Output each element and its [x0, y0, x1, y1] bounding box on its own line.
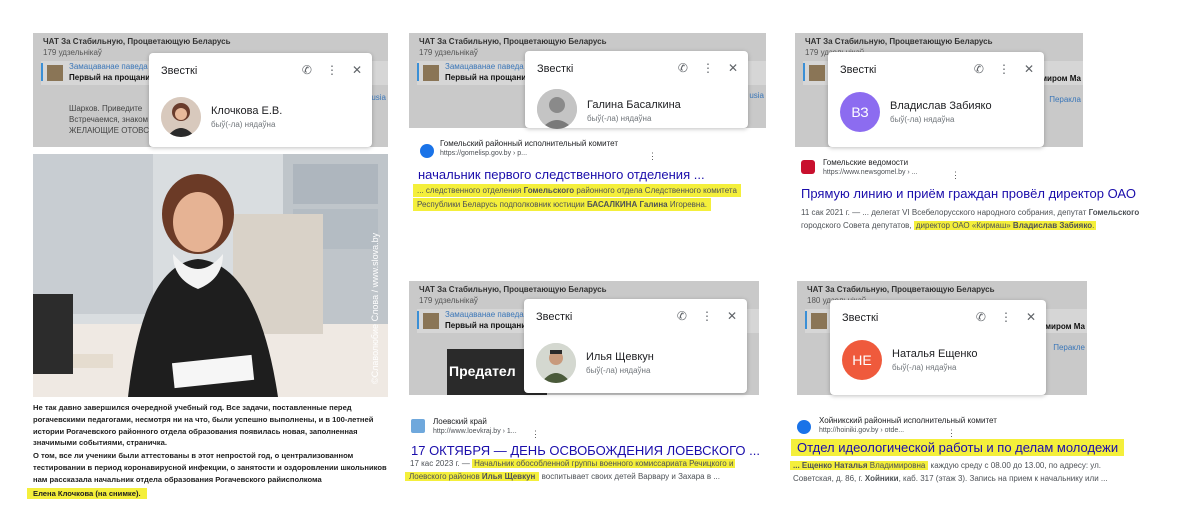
article-photo: ©Славолюбие Слова / www.slova.by: [33, 154, 388, 397]
close-icon[interactable]: ✕: [1026, 310, 1036, 324]
phone-icon[interactable]: ✆: [302, 63, 312, 77]
chat-fragment: Перакле: [1053, 343, 1085, 352]
more-icon[interactable]: ⋮: [998, 62, 1010, 76]
globe-icon: [420, 144, 434, 158]
avatar: [537, 89, 577, 129]
chat-image-caption: Предател: [449, 363, 516, 379]
contact-name: Галина Басалкина: [587, 99, 681, 111]
contact-name: Наталья Ещенко: [892, 348, 978, 360]
result-site: Гомельский районный исполнительный комит…: [440, 139, 619, 148]
result-title[interactable]: Отдел идеологической работы и по делам м…: [791, 439, 1125, 456]
avatar-initials: ВЗ: [851, 104, 869, 120]
search-result-eshchenko: Хойникский районный исполнительный комит…: [791, 416, 1187, 464]
result-snippet: ... Ещенко Наталья Владимировна каждую с…: [790, 459, 1108, 485]
more-icon[interactable]: ⋮: [531, 429, 540, 440]
pinned-thumbnail: [47, 65, 63, 81]
info-card-3: Звесткі ✆ ⋮ ✕ ВЗ Владислав Забияко быў(-…: [828, 52, 1044, 147]
pinned-text: Первый на прощани: [69, 73, 151, 82]
article-paragraph: Не так давно завершился очередной учебны…: [33, 403, 374, 448]
pinned-text: Первый на прощани: [445, 321, 527, 330]
chat-line: Шарков. Приведите: [69, 104, 143, 113]
search-result-zabiyako: Гомельские ведомости https://www.newsgom…: [801, 158, 1181, 206]
info-card-5: Звесткі ✆ ⋮ ✕ НЕ Наталья Ещенко быў(-ла)…: [830, 300, 1046, 395]
phone-icon[interactable]: ✆: [976, 310, 986, 324]
group-name: ЧАТ За Стабильную, Процветающую Беларусь: [807, 285, 995, 294]
pinned-title: Замацаванае паведа: [69, 62, 148, 71]
phone-icon[interactable]: ✆: [974, 62, 984, 76]
result-title[interactable]: 17 ОКТЯБРЯ — ДЕНЬ ОСВОБОЖДЕНИЯ ЛОЕВСКОГО…: [411, 443, 760, 458]
contact-status: быў(-ла) нядаўна: [587, 114, 652, 123]
close-icon[interactable]: ✕: [727, 309, 737, 323]
chat-fragment: usia: [371, 93, 386, 102]
contact-status: быў(-ла) нядаўна: [211, 120, 276, 129]
result-site: Гомельские ведомости: [823, 158, 909, 167]
avatar: [536, 343, 576, 383]
avatar: [161, 97, 201, 137]
info-card-1: Звесткі ✆ ⋮ ✕ Клочкова Е.В. быў(-ла) няд…: [149, 53, 372, 147]
info-card-4: Звесткі ✆ ⋮ ✕ Илья Щевкун быў(-ла) нядаў…: [524, 299, 747, 393]
contact-status: быў(-ла) нядаўна: [586, 366, 651, 375]
contact-name: Илья Щевкун: [586, 351, 654, 363]
group-name: ЧАТ За Стабильную, Процветающую Беларусь: [43, 37, 231, 46]
chat-line: Встречаемся, знаком: [69, 115, 149, 124]
info-card-2: Звесткі ✆ ⋮ ✕ Галина Басалкина быў(-ла) …: [525, 51, 748, 129]
card-actions: ✆ ⋮ ✕: [302, 63, 362, 77]
site-logo-icon: [411, 419, 425, 433]
card-title: Звесткі: [536, 311, 573, 323]
phone-icon[interactable]: ✆: [677, 309, 687, 323]
result-snippet: ... следственного отделения Гомельского …: [413, 184, 741, 211]
contact-status: быў(-ла) нядаўна: [892, 363, 957, 372]
more-icon[interactable]: ⋮: [701, 309, 713, 323]
article-highlight: Елена Клочкова (на снимке).: [27, 487, 388, 500]
contact-name: Владислав Забияко: [890, 100, 992, 112]
article-paragraph: О том, все ли ученики были аттестованы в…: [33, 451, 387, 484]
result-url: https://www.newsgomel.by › ...: [823, 169, 918, 176]
newspaper-icon: [801, 160, 815, 174]
chat-fragment: Перакла: [1049, 95, 1081, 104]
member-count: 179 удзельнікаў: [43, 48, 102, 57]
chat-fragment: usia: [749, 91, 764, 100]
more-icon[interactable]: ⋮: [951, 170, 960, 181]
contact-status: быў(-ла) нядаўна: [890, 115, 955, 124]
result-snippet: 17 кас 2023 г. — Начальник обособленной …: [405, 457, 736, 483]
card-title: Звесткі: [161, 65, 198, 77]
more-icon[interactable]: ⋮: [947, 428, 956, 439]
avatar: ВЗ: [840, 92, 880, 132]
close-icon[interactable]: ✕: [1024, 62, 1034, 76]
result-title[interactable]: начальник первого следственного отделени…: [418, 167, 705, 182]
more-icon[interactable]: ⋮: [326, 63, 338, 77]
article-text: Не так давно завершился очередной учебны…: [27, 402, 388, 500]
pinned-text: Первый на прощани: [445, 73, 527, 82]
contact-name: Клочкова Е.В.: [211, 105, 283, 117]
group-name: ЧАТ За Стабильную, Процветающую Беларусь: [419, 285, 607, 294]
card-title: Звесткі: [537, 63, 574, 75]
group-name: ЧАТ За Стабильную, Процветающую Беларусь: [805, 37, 993, 46]
close-icon[interactable]: ✕: [728, 61, 738, 75]
result-url: https://gomelisp.gov.by › p...: [440, 150, 528, 157]
result-site: Хойникский районный исполнительный комит…: [819, 416, 997, 425]
photo-watermark: ©Славолюбие Слова / www.slova.by: [370, 232, 380, 384]
member-count: 179 удзельнікаў: [419, 296, 478, 305]
card-title: Звесткі: [842, 312, 879, 324]
avatar-initials: НЕ: [852, 352, 872, 368]
result-url: http://hoiniki.gov.by › otde...: [819, 427, 905, 434]
member-count: 179 удзельнікаў: [419, 48, 478, 57]
more-icon[interactable]: ⋮: [648, 151, 657, 162]
card-title: Звесткі: [840, 64, 877, 76]
chat-line: ЖЕЛАЮЩИЕ ОТОВСК: [69, 126, 154, 135]
close-icon[interactable]: ✕: [352, 63, 362, 77]
chat-fragment: имиром Ма: [1040, 322, 1085, 331]
group-name: ЧАТ За Стабильную, Процветающую Беларусь: [419, 37, 607, 46]
result-title[interactable]: Прямую линию и приём граждан провёл дире…: [801, 186, 1136, 201]
result-url: http://www.loevkraj.by › 1...: [433, 428, 517, 435]
phone-icon[interactable]: ✆: [678, 61, 688, 75]
globe-icon: [797, 420, 811, 434]
avatar: НЕ: [842, 340, 882, 380]
result-site: Лоевский край: [433, 417, 487, 426]
pinned-title: Замацаванае паведа: [445, 62, 524, 71]
more-icon[interactable]: ⋮: [1000, 310, 1012, 324]
pinned-title: Замацаванае паведа: [445, 310, 524, 319]
result-snippet: 11 сак 2021 г. — ... делегат VI Всебелор…: [801, 208, 1140, 230]
more-icon[interactable]: ⋮: [702, 61, 714, 75]
